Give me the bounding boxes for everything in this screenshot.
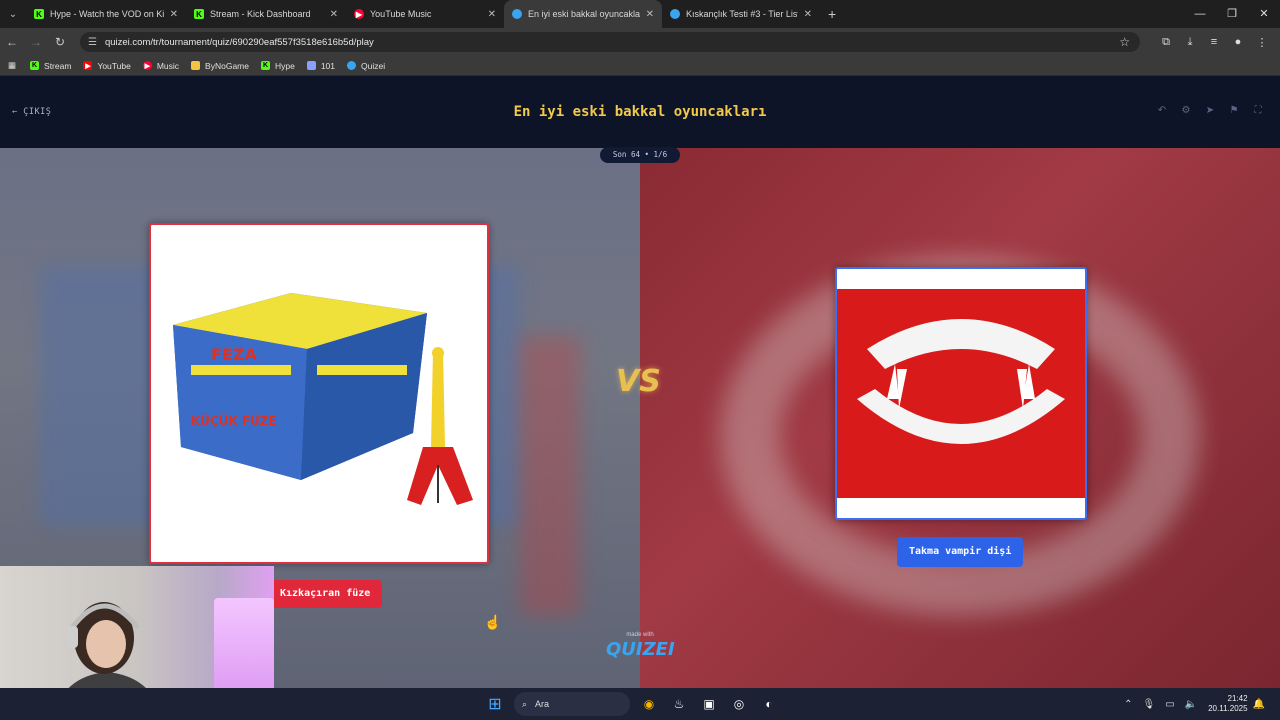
obs-icon[interactable]: ◎: [727, 692, 751, 716]
bookmark-101[interactable]: 101: [306, 61, 335, 71]
rocket-toy-image: FEZA KÜÇÜK FÜZE: [173, 293, 473, 505]
network-icon[interactable]: ▭: [1165, 699, 1174, 710]
made-with-text: made with: [626, 632, 654, 638]
tab-hype[interactable]: K Hype - Watch the VOD on Kick ✕: [26, 0, 186, 28]
bookmark-hype[interactable]: K Hype: [260, 61, 295, 71]
tab-youtube-music[interactable]: ▶ YouTube Music ✕: [346, 0, 504, 28]
tray-expand-icon[interactable]: ⌃: [1124, 699, 1132, 710]
windows-start-icon[interactable]: ⊞: [483, 692, 507, 716]
quizei-logo[interactable]: QUIZEI: [606, 639, 675, 660]
extensions-icon[interactable]: ⧉: [1154, 36, 1178, 49]
round-indicator: Son 64 • 1/6: [600, 147, 680, 163]
share-icon[interactable]: ➤: [1198, 105, 1222, 116]
youtube-music-icon: ▶: [142, 61, 152, 70]
bookmarks-bar: ▦ K Stream ▶ YouTube ▶ Music ByNoGame K Hype…: [0, 56, 1280, 76]
maximize-icon[interactable]: ❐: [1216, 0, 1248, 28]
close-tab-icon[interactable]: ✕: [804, 9, 812, 20]
report-icon[interactable]: ⚑: [1222, 105, 1246, 116]
system-tray: ⌃ 🎙 ▭ 🔈 21:42 20.11.2025 🔔: [1119, 688, 1270, 720]
minimize-icon[interactable]: —: [1184, 0, 1216, 28]
menu-icon[interactable]: ⋮: [1250, 36, 1274, 49]
address-toolbar: ← → ↻ ☰ quizei.com/tr/tournament/quiz/69…: [0, 28, 1280, 56]
right-option-label[interactable]: Takma vampir dişi: [897, 537, 1024, 567]
tab-search-icon[interactable]: ⌄: [0, 0, 26, 28]
page-title: En iyi eski bakkal oyuncakları: [513, 104, 767, 120]
hand-cursor-icon: ☝: [484, 614, 502, 630]
clock[interactable]: 21:42 20.11.2025: [1208, 694, 1247, 714]
close-tab-icon[interactable]: ✕: [170, 9, 178, 20]
microphone-icon[interactable]: 🎙: [1142, 699, 1155, 710]
back-icon[interactable]: ←: [0, 35, 24, 49]
youtube-music-icon: ▶: [354, 9, 364, 19]
vs-badge: VS: [616, 364, 661, 399]
bookmark-music[interactable]: ▶ Music: [142, 61, 179, 71]
kick-icon: K: [34, 9, 44, 19]
forward-icon[interactable]: →: [24, 35, 48, 49]
fullscreen-icon[interactable]: ⛶: [1246, 105, 1270, 116]
kick-icon: K: [30, 61, 40, 70]
window-controls: — ❐ ✕: [1184, 0, 1280, 28]
bookmark-bynogame[interactable]: ByNoGame: [191, 61, 249, 71]
right-option-card[interactable]: [835, 267, 1087, 520]
epic-games-icon[interactable]: ▣: [697, 692, 721, 716]
quizei-icon: [347, 61, 357, 70]
box-product-text: KÜÇÜK FÜZE: [191, 413, 277, 428]
bookmark-stream[interactable]: K Stream: [30, 61, 71, 71]
tab-stream-dashboard[interactable]: K Stream - Kick Dashboard ✕: [186, 0, 346, 28]
apps-icon[interactable]: ▦: [8, 60, 16, 71]
taskbar-search[interactable]: ⌕ Ara: [514, 692, 630, 716]
quizei-icon: [512, 9, 522, 19]
youtube-icon: ▶: [83, 61, 93, 70]
download-icon[interactable]: ⤓: [1178, 36, 1202, 49]
left-option-card[interactable]: FEZA KÜÇÜK FÜZE: [149, 223, 489, 564]
bynogame-icon: [191, 61, 201, 70]
box-brand-text: FEZA: [211, 345, 257, 364]
left-option-label[interactable]: Kızkaçıran füze: [268, 580, 383, 608]
windows-taskbar: ⊞ ⌕ Ara ◉ ♨ ▣ ◎ ◐ ⌃ 🎙 ▭ 🔈 21:42 20.11.20…: [0, 688, 1280, 720]
tab-quiz-active[interactable]: En iyi eski bakkal oyuncakları - ✕: [504, 0, 662, 28]
steam-icon[interactable]: ♨: [667, 692, 691, 716]
close-window-icon[interactable]: ✕: [1248, 0, 1280, 28]
volume-icon[interactable]: 🔈: [1185, 699, 1197, 710]
new-tab-button[interactable]: +: [820, 6, 844, 22]
game-101-icon: [306, 61, 316, 70]
search-icon: ⌕: [522, 698, 528, 709]
header-actions: ↶ ⚙ ➤ ⚑ ⛶: [1150, 105, 1270, 116]
tab-tier-list[interactable]: Kıskançlık Testi #3 - Tier List | K ✕: [662, 0, 820, 28]
bookmark-youtube[interactable]: ▶ YouTube: [83, 61, 131, 71]
quizei-icon: [670, 9, 680, 19]
close-tab-icon[interactable]: ✕: [646, 9, 654, 20]
kick-icon: K: [260, 61, 270, 70]
toolbar-actions: ⧉ ⤓ ≡ ● ⋮: [1154, 28, 1274, 56]
kick-icon: K: [194, 9, 204, 19]
app-icon[interactable]: ◐: [757, 692, 781, 716]
quiz-header: ← ÇIKIŞ En iyi eski bakkal oyuncakları ↶…: [0, 76, 1280, 148]
url-bar[interactable]: ☰ quizei.com/tr/tournament/quiz/690290ea…: [80, 32, 1140, 52]
blurred-rocket-bg: [520, 336, 580, 616]
site-info-icon[interactable]: ☰: [88, 37, 97, 48]
close-tab-icon[interactable]: ✕: [488, 9, 496, 20]
settings-icon[interactable]: ⚙: [1174, 105, 1198, 116]
chrome-icon[interactable]: ◉: [637, 692, 661, 716]
notification-icon[interactable]: 🔔: [1253, 699, 1265, 710]
reload-icon[interactable]: ↻: [48, 35, 72, 49]
undo-icon[interactable]: ↶: [1150, 105, 1174, 116]
vampire-teeth-image: [837, 289, 1085, 498]
taskbar-apps: ⊞ ⌕ Ara ◉ ♨ ▣ ◎ ◐: [480, 688, 784, 720]
bookmark-quizei[interactable]: Quizei: [347, 61, 385, 71]
url-text: quizei.com/tr/tournament/quiz/690290eaf5…: [104, 36, 374, 48]
browser-tab-bar: ⌄ K Hype - Watch the VOD on Kick ✕ K Str…: [0, 0, 1280, 28]
media-icon[interactable]: ≡: [1202, 36, 1226, 48]
bookmark-star-icon[interactable]: ☆: [1119, 35, 1130, 49]
profile-icon[interactable]: ●: [1226, 36, 1250, 48]
close-tab-icon[interactable]: ✕: [330, 9, 338, 20]
